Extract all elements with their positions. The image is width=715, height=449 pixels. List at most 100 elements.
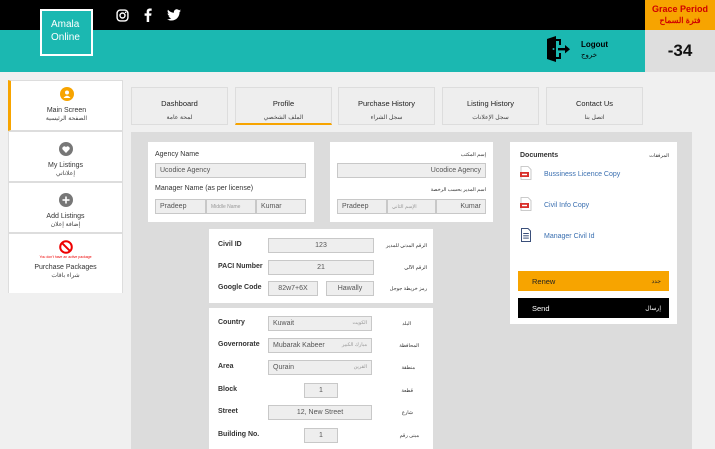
- renew-label: Renew: [532, 276, 556, 286]
- facebook-icon[interactable]: [140, 7, 156, 23]
- country-select[interactable]: Kuwait الكويت: [268, 316, 372, 331]
- grace-period-label: Grace Period: [651, 4, 709, 14]
- tab-label: Dashboard: [161, 99, 198, 108]
- block-label-ar: قطعة: [401, 388, 413, 394]
- sidebar-item-label-ar: الصفحة الرئيسية: [45, 116, 88, 122]
- agency-name-input[interactable]: Ucodice Agency: [155, 163, 306, 178]
- manager-first-name-input[interactable]: Pradeep: [155, 199, 206, 214]
- logout-icon: [545, 36, 571, 64]
- documents-title-ar: المرفقات: [649, 153, 669, 159]
- manager-first-name-input-ar[interactable]: Pradeep: [337, 199, 387, 214]
- tab-label-ar: لمحة عامة: [166, 115, 193, 121]
- building-no-input[interactable]: 1: [304, 428, 338, 443]
- tab-contact-us[interactable]: Contact Us اتصل بنا: [546, 87, 643, 125]
- address-card: Country Kuwait الكويت البلد Governorate M…: [209, 308, 433, 449]
- document-manager-civil-id[interactable]: Manager Civil Id: [520, 228, 595, 244]
- street-input[interactable]: 12, New Street: [268, 405, 372, 420]
- send-label-ar: إرسال: [645, 305, 661, 312]
- tab-label-ar: سجل الشراء: [370, 115, 403, 121]
- instagram-icon[interactable]: [114, 7, 130, 23]
- tab-label: Listing History: [466, 99, 515, 108]
- documents-title: Documents: [520, 152, 559, 159]
- sidebar-item-label-ar: إعلاناتي: [56, 171, 75, 177]
- governorate-label: Governorate: [218, 341, 260, 348]
- block-label: Block: [218, 386, 238, 393]
- tab-label: Purchase History: [357, 99, 416, 108]
- renew-button[interactable]: Renew جدد: [518, 271, 669, 291]
- paci-number-input[interactable]: 21: [268, 260, 374, 275]
- building-no-label-ar: مبنى رقم: [399, 433, 419, 439]
- manager-middle-name-input[interactable]: Middle Name: [206, 199, 256, 214]
- sidebar-item-my-listings[interactable]: My Listings إعلاناتي: [8, 131, 123, 182]
- area-value: Qurain: [273, 364, 295, 371]
- sidebar-item-purchase-packages[interactable]: You don't have an active package Purchas…: [8, 233, 123, 293]
- sidebar-item-label: Main Screen: [46, 107, 87, 114]
- tab-label: Contact Us: [575, 99, 614, 108]
- governorate-select[interactable]: Mubarak Kabeer مبارك الكبير: [268, 338, 372, 353]
- top-bar: [0, 0, 645, 30]
- document-label: Bussiness Licence Copy: [544, 170, 621, 178]
- grace-period-badge: Grace Period فترة السماح: [645, 0, 715, 30]
- sidebar-item-label-ar: شراء باقات: [51, 273, 80, 279]
- tab-label-ar: الملف الشخصي: [263, 115, 304, 121]
- document-icon: [520, 228, 532, 244]
- logout-label: Logout: [581, 40, 609, 49]
- google-code-input[interactable]: 82w7+6X: [268, 281, 318, 296]
- send-button[interactable]: Send إرسال: [518, 298, 669, 318]
- tab-label: Profile: [272, 99, 295, 108]
- country-value-ar: الكويت: [352, 320, 367, 326]
- civil-id-input[interactable]: 123: [268, 238, 374, 253]
- renew-label-ar: جدد: [651, 278, 661, 285]
- tab-listing-history[interactable]: Listing History سجل الإعلانات: [442, 87, 539, 125]
- street-label-ar: شارع: [401, 410, 413, 416]
- area-value-ar: القرين: [353, 364, 367, 370]
- street-label: Street: [218, 408, 238, 415]
- manager-name-label: Manager Name (as per license): [155, 185, 254, 192]
- block-input[interactable]: 1: [304, 383, 338, 398]
- google-code-label-ar: رمز خريطة جوجل: [389, 286, 427, 292]
- manager-last-name-input-ar[interactable]: Kumar: [436, 199, 486, 214]
- agency-card-en: Agency Name Ucodice Agency Manager Name …: [148, 142, 314, 222]
- governorate-value-ar: مبارك الكبير: [341, 342, 367, 348]
- google-area-input[interactable]: Hawally: [326, 281, 374, 296]
- documents-card: Documents المرفقات Bussiness Licence Cop…: [510, 142, 677, 324]
- agency-name-input-ar[interactable]: Ucodice Agency: [337, 163, 486, 178]
- profile-content: Agency Name Ucodice Agency Manager Name …: [131, 132, 692, 449]
- document-label: Civil Info Copy: [544, 201, 590, 209]
- building-no-label: Building No.: [218, 431, 260, 438]
- agency-card-ar: إسم المكتب Ucodice Agency اسم المدير بحس…: [330, 142, 493, 222]
- governorate-label-ar: المحافظة: [399, 343, 419, 349]
- tab-purchase-history[interactable]: Purchase History سجل الشراء: [338, 87, 435, 125]
- logo-line1: Amala: [51, 19, 80, 30]
- manager-middle-name-input-ar[interactable]: الإسم الثاني: [387, 199, 436, 214]
- area-label: Area: [218, 363, 234, 370]
- plus-icon: [58, 193, 73, 207]
- package-warning: You don't have an active package: [39, 255, 92, 259]
- document-business-licence[interactable]: Bussiness Licence Copy: [520, 166, 620, 182]
- area-select[interactable]: Qurain القرين: [268, 360, 372, 375]
- manager-last-name-input[interactable]: Kumar: [256, 199, 306, 214]
- sidebar-item-add-listings[interactable]: Add Listings إضافة إعلان: [8, 182, 123, 233]
- governorate-value: Mubarak Kabeer: [273, 342, 325, 349]
- tab-label-ar: اتصل بنا: [584, 115, 605, 121]
- ids-card: Civil ID 123 الرقم المدني للمدير PACI Nu…: [209, 229, 433, 303]
- civil-id-label: Civil ID: [218, 241, 242, 248]
- area-label-ar: منطقة: [401, 365, 416, 371]
- document-civil-info[interactable]: Civil Info Copy: [520, 197, 589, 213]
- sidebar-item-label-ar: إضافة إعلان: [50, 222, 81, 228]
- tab-dashboard[interactable]: Dashboard لمحة عامة: [131, 87, 228, 125]
- twitter-icon[interactable]: [166, 7, 182, 23]
- logout-button[interactable]: Logout خروج: [545, 36, 608, 64]
- logo[interactable]: Amala Online: [40, 9, 93, 56]
- send-label: Send: [532, 303, 550, 313]
- manager-name-label-ar: اسم المدير بحسب الرخصة: [430, 187, 486, 193]
- country-value: Kuwait: [273, 320, 295, 327]
- heart-icon: [58, 142, 73, 156]
- tab-profile[interactable]: Profile الملف الشخصي: [235, 87, 332, 125]
- user-icon: [59, 87, 74, 101]
- agency-name-label-ar: إسم المكتب: [460, 152, 486, 158]
- country-label: Country: [218, 319, 245, 326]
- sidebar-item-label: Purchase Packages: [34, 264, 97, 271]
- middle-name-placeholder-ar: الإسم الثاني: [392, 204, 417, 210]
- sidebar-item-main-screen[interactable]: Main Screen الصفحة الرئيسية: [8, 80, 123, 131]
